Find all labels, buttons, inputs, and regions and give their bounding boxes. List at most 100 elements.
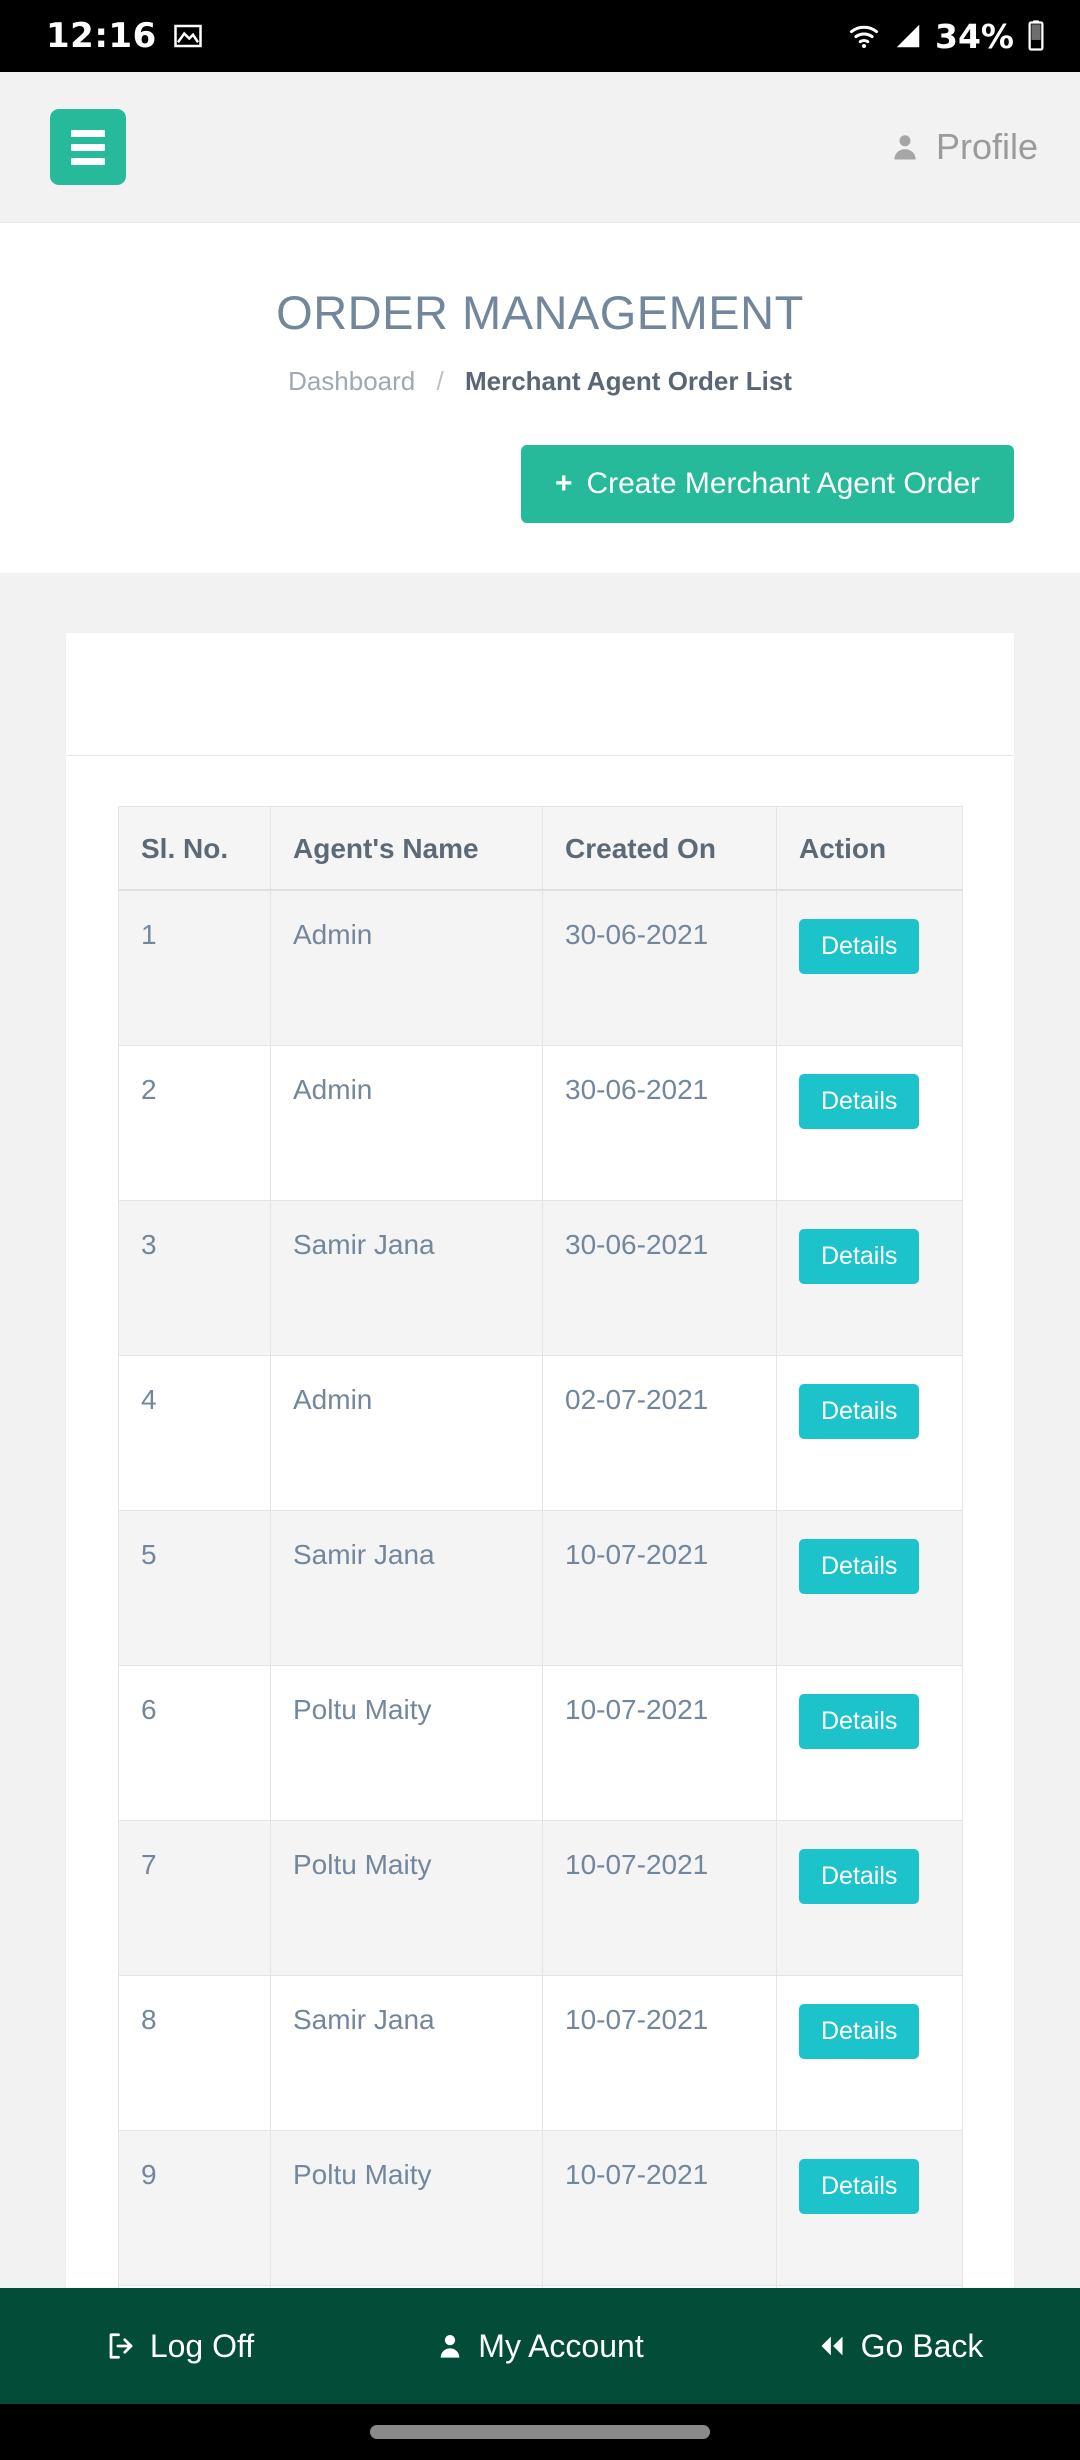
- cell-sl-no: 7: [118, 1819, 271, 1976]
- create-button-label: Create Merchant Agent Order: [586, 467, 980, 500]
- cell-created-on: 10-07-2021: [542, 1664, 777, 1821]
- cell-agent-name: Poltu Maity: [270, 2129, 543, 2286]
- table-row: 1 Admin 30-06-2021 Details: [118, 889, 963, 1046]
- cell-sl-no: 6: [118, 1664, 271, 1821]
- footer-label-go-back: Go Back: [860, 2327, 984, 2364]
- cell-agent-name: Samir Jana: [270, 1974, 543, 2131]
- footer-item-log-off[interactable]: Log Off: [0, 2328, 360, 2365]
- user-icon: [436, 2331, 464, 2361]
- hamburger-menu-button[interactable]: [50, 109, 126, 185]
- cell-action: Details: [776, 889, 963, 1046]
- merchant-agent-order-table: Sl. No. Agent's Name Created On Action 1…: [118, 806, 963, 2441]
- table-row: 9 Poltu Maity 10-07-2021 Details: [118, 2129, 963, 2286]
- image-icon: [173, 21, 203, 51]
- cell-sl-no: 4: [118, 1354, 271, 1511]
- details-button[interactable]: Details: [799, 919, 920, 974]
- cell-sl-no: 3: [118, 1199, 271, 1356]
- cell-created-on: 30-06-2021: [542, 1199, 777, 1356]
- column-header-agent-name: Agent's Name: [270, 806, 543, 891]
- hamburger-menu-icon-bar: [71, 143, 105, 151]
- table-row: 5 Samir Jana 10-07-2021 Details: [118, 1509, 963, 1666]
- breadcrumb: Dashboard / Merchant Agent Order List: [0, 366, 1080, 397]
- profile-link[interactable]: Profile: [890, 126, 1038, 168]
- home-indicator[interactable]: [370, 2425, 710, 2439]
- cell-created-on: 10-07-2021: [542, 1509, 777, 1666]
- cell-created-on: 10-07-2021: [542, 1819, 777, 1976]
- cell-action: Details: [776, 1509, 963, 1666]
- cell-created-on: 30-06-2021: [542, 889, 777, 1046]
- cell-agent-name: Samir Jana: [270, 1509, 543, 1666]
- breadcrumb-root-link[interactable]: Dashboard: [288, 366, 415, 396]
- cell-sl-no: 5: [118, 1509, 271, 1666]
- status-bar: 12:16 34%: [0, 0, 1080, 72]
- cell-created-on: 10-07-2021: [542, 2129, 777, 2286]
- column-header-action: Action: [776, 806, 963, 891]
- details-button[interactable]: Details: [799, 1073, 920, 1129]
- table-body: 1 Admin 30-06-2021 Details 2 Admin 30-06-2021 D…: [118, 889, 963, 2441]
- cell-action: Details: [776, 2129, 963, 2286]
- footer-navigation: Log Off My Account Go Back: [0, 2288, 1080, 2404]
- cellular-signal-icon: [893, 21, 923, 51]
- table-row: 2 Admin 30-06-2021 Details: [118, 1044, 963, 1201]
- details-button[interactable]: Details: [799, 1848, 920, 1904]
- footer-item-go-back[interactable]: Go Back: [720, 2328, 1080, 2365]
- order-list-card: Sl. No. Agent's Name Created On Action 1…: [66, 633, 1014, 2460]
- content-area: Sl. No. Agent's Name Created On Action 1…: [0, 573, 1080, 2460]
- double-chevron-left-icon: [817, 2332, 847, 2360]
- table-header: Sl. No. Agent's Name Created On Action: [118, 806, 963, 891]
- details-button[interactable]: Details: [799, 1538, 920, 1594]
- breadcrumb-current: Merchant Agent Order List: [464, 366, 792, 396]
- details-button[interactable]: Details: [799, 2003, 920, 2059]
- battery-icon: [1026, 19, 1046, 53]
- table-row: 8 Samir Jana 10-07-2021 Details: [118, 1974, 963, 2131]
- create-merchant-agent-order-button[interactable]: + Create Merchant Agent Order: [520, 445, 1014, 523]
- status-clock: 12:16: [46, 16, 157, 56]
- cell-sl-no: 2: [118, 1044, 271, 1201]
- details-button[interactable]: Details: [799, 1228, 920, 1284]
- cell-action: Details: [776, 1044, 963, 1201]
- cell-sl-no: 1: [118, 889, 271, 1046]
- details-button[interactable]: Details: [799, 1693, 920, 1749]
- wifi-icon: [847, 21, 881, 51]
- hamburger-menu-icon-bar: [71, 157, 105, 165]
- table-row: 4 Admin 02-07-2021 Details: [118, 1354, 963, 1511]
- cell-action: Details: [776, 1354, 963, 1511]
- cell-action: Details: [776, 1664, 963, 1821]
- cell-created-on: 10-07-2021: [542, 1974, 777, 2131]
- table-row: 3 Samir Jana 30-06-2021 Details: [118, 1199, 963, 1356]
- column-header-sl-no: Sl. No.: [118, 806, 271, 891]
- footer-item-my-account[interactable]: My Account: [360, 2328, 720, 2365]
- footer-label-my-account: My Account: [478, 2327, 644, 2364]
- page-header-section: ORDER MANAGEMENT Dashboard / Merchant Ag…: [0, 223, 1080, 573]
- cell-action: Details: [776, 1819, 963, 1976]
- column-header-created-on: Created On: [542, 806, 777, 891]
- cell-agent-name: Samir Jana: [270, 1199, 543, 1356]
- breadcrumb-separator: /: [436, 366, 444, 396]
- footer-label-log-off: Log Off: [149, 2327, 255, 2364]
- details-button[interactable]: Details: [799, 2158, 920, 2214]
- cell-agent-name: Admin: [270, 1044, 543, 1201]
- battery-percent-label: 34%: [935, 16, 1014, 56]
- plus-icon: +: [554, 467, 573, 500]
- card-body: Sl. No. Agent's Name Created On Action 1…: [66, 756, 1014, 2460]
- cell-agent-name: Admin: [270, 1354, 543, 1511]
- cell-created-on: 30-06-2021: [542, 1044, 777, 1201]
- cell-agent-name: Admin: [270, 889, 543, 1046]
- details-button[interactable]: Details: [799, 1383, 920, 1439]
- cell-sl-no: 9: [118, 2129, 271, 2286]
- cell-created-on: 02-07-2021: [542, 1354, 777, 1511]
- status-bar-right: 34%: [847, 17, 1046, 56]
- cell-agent-name: Poltu Maity: [270, 1664, 543, 1821]
- card-header: [66, 633, 1014, 756]
- cell-action: Details: [776, 1974, 963, 2131]
- sign-out-icon: [106, 2331, 136, 2361]
- profile-label: Profile: [935, 126, 1038, 167]
- cell-sl-no: 8: [118, 1974, 271, 2131]
- system-gesture-bar: [0, 2404, 1080, 2460]
- page-title: ORDER MANAGEMENT: [276, 286, 804, 339]
- user-icon: [890, 131, 920, 163]
- status-bar-left: 12:16: [46, 16, 203, 56]
- create-button-row: + Create Merchant Agent Order: [0, 445, 1080, 523]
- app-header: Profile: [0, 72, 1080, 223]
- table-row: 7 Poltu Maity 10-07-2021 Details: [118, 1819, 963, 1976]
